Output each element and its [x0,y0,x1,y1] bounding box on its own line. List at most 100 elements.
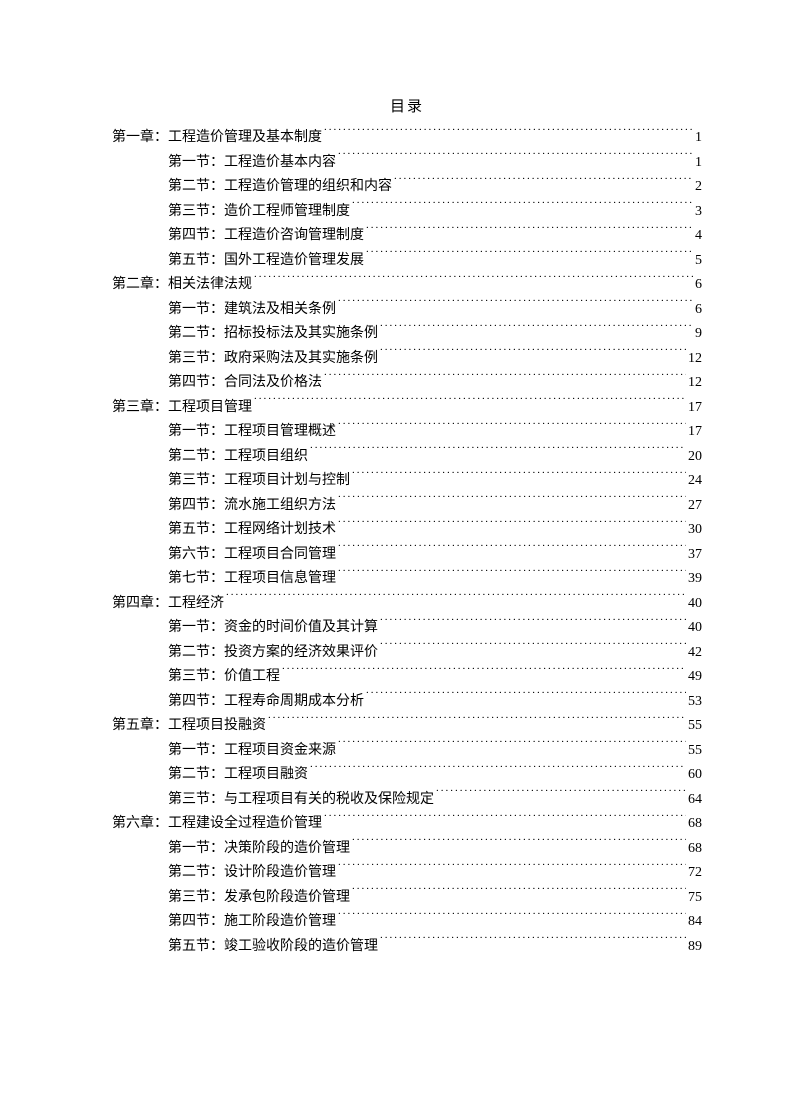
toc-leader [252,397,686,411]
toc-leader [378,936,686,950]
toc-entry-label: 第二章：相关法律法规 [112,273,252,298]
toc-entry-page: 27 [686,494,702,519]
toc-leader [322,127,693,141]
toc-leader [392,176,693,190]
toc-entry-page: 2 [693,175,702,200]
toc-entry: 第二节：设计阶段造价管理 72 [168,861,702,886]
toc-entry-page: 37 [686,543,702,568]
toc-leader [350,838,686,852]
toc-entry-page: 12 [686,347,702,372]
toc-entry-label: 第四节：施工阶段造价管理 [168,910,336,935]
toc-entry-page: 53 [686,690,702,715]
toc-entry-page: 12 [686,371,702,396]
toc-entry-page: 40 [686,592,702,617]
toc-entry-page: 49 [686,665,702,690]
toc-entry: 第一节：工程项目资金来源 55 [168,739,702,764]
toc-leader [378,323,693,337]
toc-entry-page: 20 [686,445,702,470]
toc-leader [308,764,686,778]
toc-entry-page: 17 [686,420,702,445]
toc-leader [434,789,686,803]
toc-entry: 第二节：投资方案的经济效果评价42 [168,641,702,666]
toc-entry-page: 3 [693,200,702,225]
toc-leader [336,740,686,754]
toc-entry: 第一节：资金的时间价值及其计算40 [168,616,702,641]
toc-entry-label: 第一节：决策阶段的造价管理 [168,837,350,862]
toc-entry-page: 1 [693,151,702,176]
toc-entry-label: 第五章：工程项目投融资 [112,714,266,739]
toc-entry-label: 第六节：工程项目合同管理 [168,543,336,568]
toc-entry: 第三节：与工程项目有关的税收及保险规定 64 [168,788,702,813]
toc-entry: 第五节：国外工程造价管理发展5 [168,249,702,274]
toc-entry-label: 第一章：工程造价管理及基本制度 [112,126,322,151]
toc-leader [308,446,686,460]
toc-entry: 第四章：工程经济40 [112,592,702,617]
toc-entry: 第四节：合同法及价格法 12 [168,371,702,396]
toc-entry-label: 第三节：与工程项目有关的税收及保险规定 [168,788,434,813]
toc-leader [336,911,686,925]
toc-entry-page: 6 [693,273,702,298]
toc-entry-label: 第四节：合同法及价格法 [168,371,322,396]
toc-leader [280,666,686,680]
toc-leader [378,348,686,362]
toc-entry-label: 第四节：工程寿命周期成本分析 [168,690,364,715]
toc-leader [378,617,686,631]
toc-entry-label: 第一节：工程项目资金来源 [168,739,336,764]
toc-entry: 第二节：工程造价管理的组织和内容 2 [168,175,702,200]
toc-leader [322,813,686,827]
toc-entry-page: 72 [686,861,702,886]
toc-entry-label: 第四节：流水施工组织方法 [168,494,336,519]
toc-entry-page: 55 [686,714,702,739]
toc-entry: 第三节：发承包阶段造价管理75 [168,886,702,911]
toc-list: 第一章：工程造价管理及基本制度 1第一节：工程造价基本内容 1第二节：工程造价管理的… [112,126,702,959]
toc-entry: 第三节：政府采购法及其实施条例 12 [168,347,702,372]
toc-entry-label: 第二节：工程造价管理的组织和内容 [168,175,392,200]
toc-entry: 第二节：招标投标法及其实施条例9 [168,322,702,347]
toc-leader [266,715,686,729]
toc-entry-page: 30 [686,518,702,543]
toc-entry-label: 第五节：竣工验收阶段的造价管理 [168,935,378,960]
toc-entry-label: 第一节：工程项目管理概述 [168,420,336,445]
toc-entry: 第三节：造价工程师管理制度3 [168,200,702,225]
toc-entry: 第四节：工程寿命周期成本分析 53 [168,690,702,715]
toc-entry-page: 40 [686,616,702,641]
toc-entry: 第四节：流水施工组织方法 27 [168,494,702,519]
toc-entry: 第四节：施工阶段造价管理 84 [168,910,702,935]
toc-entry-page: 75 [686,886,702,911]
toc-leader [378,642,686,656]
toc-entry-label: 第二节：招标投标法及其实施条例 [168,322,378,347]
toc-entry-label: 第二节：工程项目融资 [168,763,308,788]
toc-leader [252,274,693,288]
toc-entry: 第五节：工程网络计划技术30 [168,518,702,543]
toc-leader [336,519,686,533]
toc-entry-page: 6 [693,298,702,323]
toc-entry: 第二节：工程项目融资60 [168,763,702,788]
toc-entry: 第四节：工程造价咨询管理制度4 [168,224,702,249]
toc-entry: 第五节：竣工验收阶段的造价管理 89 [168,935,702,960]
toc-entry-label: 第七节：工程项目信息管理 [168,567,336,592]
toc-leader [364,250,693,264]
toc-leader [336,495,686,509]
toc-entry-label: 第六章：工程建设全过程造价管理 [112,812,322,837]
toc-entry-label: 第三节：工程项目计划与控制 [168,469,350,494]
toc-entry: 第五章：工程项目投融资 55 [112,714,702,739]
toc-entry-page: 5 [693,249,702,274]
toc-entry-page: 42 [686,641,702,666]
toc-entry-label: 第一节：工程造价基本内容 [168,151,336,176]
toc-entry-label: 第三节：价值工程 [168,665,280,690]
toc-entry: 第三章：工程项目管理17 [112,396,702,421]
toc-entry: 第一节：建筑法及相关条例6 [168,298,702,323]
toc-entry-label: 第三章：工程项目管理 [112,396,252,421]
toc-entry-page: 84 [686,910,702,935]
toc-leader [364,225,693,239]
toc-entry-page: 64 [686,788,702,813]
toc-entry: 第一节：工程造价基本内容 1 [168,151,702,176]
toc-entry-page: 89 [686,935,702,960]
toc-entry-page: 55 [686,739,702,764]
toc-entry-label: 第三节：政府采购法及其实施条例 [168,347,378,372]
toc-entry-label: 第二节：设计阶段造价管理 [168,861,336,886]
toc-leader [322,372,686,386]
toc-leader [350,470,686,484]
toc-entry-page: 68 [686,837,702,862]
toc-leader [364,691,686,705]
